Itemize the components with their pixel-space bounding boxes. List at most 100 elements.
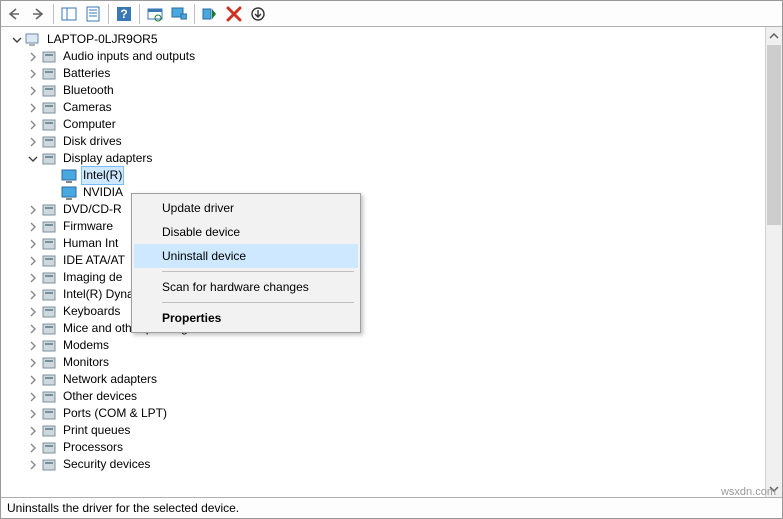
expander[interactable] <box>27 425 39 437</box>
tree-category[interactable]: Mice and other pointing devices <box>5 320 765 337</box>
tree-category-label: Cameras <box>61 99 114 116</box>
expander[interactable] <box>27 323 39 335</box>
tree-category[interactable]: Disk drives <box>5 133 765 150</box>
expander-closed-icon <box>28 324 38 334</box>
expander[interactable] <box>27 102 39 114</box>
expander[interactable] <box>27 153 39 165</box>
tree-category-label: Security devices <box>61 456 152 473</box>
tree-device[interactable]: Intel(R) <box>5 167 765 184</box>
update-driver-button[interactable] <box>144 3 166 25</box>
device-icon <box>41 372 57 388</box>
vertical-scrollbar[interactable] <box>765 27 782 497</box>
tree-device-label: NVIDIA <box>81 184 125 201</box>
uninstall-device-button[interactable] <box>223 3 245 25</box>
tree-category[interactable]: Audio inputs and outputs <box>5 48 765 65</box>
show-hide-tree-button[interactable] <box>58 3 80 25</box>
device-icon <box>41 355 57 371</box>
expander-closed-icon <box>28 239 38 249</box>
tree-category[interactable]: Display adapters <box>5 150 765 167</box>
disable-device-button[interactable] <box>247 3 269 25</box>
tree-category-label: Monitors <box>61 354 111 371</box>
scan-hardware-button[interactable] <box>168 3 190 25</box>
tree-category[interactable]: Processors <box>5 439 765 456</box>
tree-category[interactable]: Imaging de <box>5 269 765 286</box>
expander[interactable] <box>27 136 39 148</box>
device-icon <box>41 304 57 320</box>
tree-category[interactable]: IDE ATA/AT <box>5 252 765 269</box>
expander-closed-icon <box>28 69 38 79</box>
expander[interactable] <box>27 238 39 250</box>
tree-root[interactable]: LAPTOP-0LJR9OR5 <box>5 31 765 48</box>
expander[interactable] <box>27 85 39 97</box>
expander-closed-icon <box>28 443 38 453</box>
expander[interactable] <box>27 255 39 267</box>
tree-category[interactable]: Computer <box>5 116 765 133</box>
context-menu-item-label: Scan for hardware changes <box>162 280 309 294</box>
svg-text:?: ? <box>120 7 127 21</box>
expander[interactable] <box>27 408 39 420</box>
device-icon <box>41 83 57 99</box>
expander[interactable] <box>27 204 39 216</box>
expander[interactable] <box>27 51 39 63</box>
tree-category-label: Human Int <box>61 235 120 252</box>
context-menu-item[interactable]: Scan for hardware changes <box>134 275 358 299</box>
expander[interactable] <box>27 459 39 471</box>
device-icon <box>41 406 57 422</box>
device-icon <box>41 117 57 133</box>
tree-category[interactable]: Monitors <box>5 354 765 371</box>
back-button[interactable] <box>3 3 25 25</box>
expander[interactable] <box>27 442 39 454</box>
device-tree[interactable]: LAPTOP-0LJR9OR5Audio inputs and outputsB… <box>1 27 765 497</box>
device-icon <box>41 321 57 337</box>
context-menu-item[interactable]: Uninstall device <box>134 244 358 268</box>
context-menu-item[interactable]: Update driver <box>134 196 358 220</box>
tree-category[interactable]: Network adapters <box>5 371 765 388</box>
expander[interactable] <box>27 68 39 80</box>
expander[interactable] <box>27 357 39 369</box>
tree-category[interactable]: Intel(R) Dynamic Platform and Thermal Fr… <box>5 286 765 303</box>
tree-category[interactable]: Other devices <box>5 388 765 405</box>
properties-button[interactable] <box>82 3 104 25</box>
status-text: Uninstalls the driver for the selected d… <box>7 501 239 515</box>
tree-category[interactable]: Security devices <box>5 456 765 473</box>
context-menu-item[interactable]: Properties <box>134 306 358 330</box>
expander[interactable] <box>27 391 39 403</box>
tree-category[interactable]: Human Int <box>5 235 765 252</box>
expander[interactable] <box>27 272 39 284</box>
expander-closed-icon <box>28 52 38 62</box>
expander[interactable] <box>27 119 39 131</box>
tree-category[interactable]: Firmware <box>5 218 765 235</box>
computer-icon <box>25 32 41 48</box>
scroll-up-button[interactable] <box>766 27 782 44</box>
expander-closed-icon <box>28 205 38 215</box>
tree-category[interactable]: Modems <box>5 337 765 354</box>
enable-device-button[interactable] <box>199 3 221 25</box>
tree-category[interactable]: Cameras <box>5 99 765 116</box>
tree-category[interactable]: Batteries <box>5 65 765 82</box>
tree-category[interactable]: Ports (COM & LPT) <box>5 405 765 422</box>
down-circle-icon <box>250 6 266 22</box>
tree-category[interactable]: Keyboards <box>5 303 765 320</box>
forward-button[interactable] <box>27 3 49 25</box>
device-icon <box>41 389 57 405</box>
help-button[interactable]: ? <box>113 3 135 25</box>
expander[interactable] <box>11 34 23 46</box>
tree-category-label: DVD/CD-R <box>61 201 124 218</box>
expander[interactable] <box>27 221 39 233</box>
uninstall-x-icon <box>226 6 242 22</box>
expander[interactable] <box>27 289 39 301</box>
scroll-thumb[interactable] <box>767 45 781 225</box>
tree-category[interactable]: DVD/CD-R <box>5 201 765 218</box>
tree-category[interactable]: Print queues <box>5 422 765 439</box>
expander-closed-icon <box>28 86 38 96</box>
context-menu-item[interactable]: Disable device <box>134 220 358 244</box>
tree-category-label: Modems <box>61 337 111 354</box>
tree-category[interactable]: Bluetooth <box>5 82 765 99</box>
expander[interactable] <box>27 340 39 352</box>
expander[interactable] <box>27 374 39 386</box>
device-icon <box>41 49 57 65</box>
tree-device[interactable]: NVIDIA <box>5 184 765 201</box>
monitor-scan-icon <box>171 6 187 22</box>
expander[interactable] <box>27 306 39 318</box>
expander-closed-icon <box>28 460 38 470</box>
